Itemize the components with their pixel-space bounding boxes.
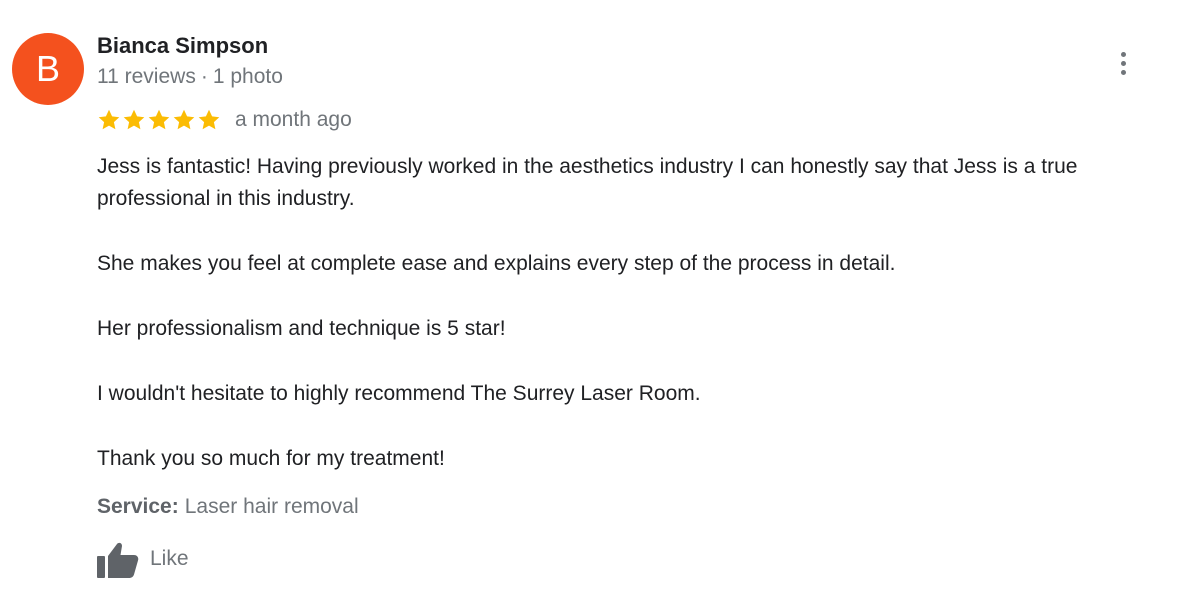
review-paragraph: Thank you so much for my treatment! [97, 447, 445, 470]
star-icon [173, 109, 195, 130]
service-info: Service: Laser hair removal [97, 493, 359, 521]
reviewer-name[interactable]: Bianca Simpson [97, 33, 268, 59]
avatar[interactable]: B [12, 33, 84, 105]
more-vert-icon [1120, 51, 1126, 75]
service-value: Laser hair removal [184, 495, 359, 518]
review-text: Jess is fantastic! Having previously wor… [97, 151, 1167, 475]
like-label: Like [150, 547, 189, 570]
thumbs-up-icon [97, 542, 139, 578]
more-options-button[interactable] [1108, 44, 1138, 82]
rating-row: a month ago [97, 106, 352, 134]
meta-separator: · [200, 65, 208, 88]
star-icon [123, 109, 145, 130]
star-icon [198, 109, 220, 130]
review-paragraph: She makes you feel at complete ease and … [97, 252, 896, 275]
reviews-count: 11 reviews [97, 65, 196, 88]
star-icon [98, 109, 120, 130]
star-rating [97, 108, 221, 132]
review-paragraph: I wouldn't hesitate to highly recommend … [97, 382, 701, 405]
review-date: a month ago [235, 108, 352, 131]
star-icon [148, 109, 170, 130]
service-label: Service: [97, 495, 179, 518]
review-paragraph: Her professionalism and technique is 5 s… [97, 317, 506, 340]
photos-count: 1 photo [212, 65, 283, 88]
like-button[interactable]: Like [96, 538, 189, 580]
avatar-initial: B [35, 48, 60, 89]
reviewer-meta: 11 reviews · 1 photo [97, 64, 283, 90]
review-paragraph: Jess is fantastic! Having previously wor… [97, 155, 1078, 210]
